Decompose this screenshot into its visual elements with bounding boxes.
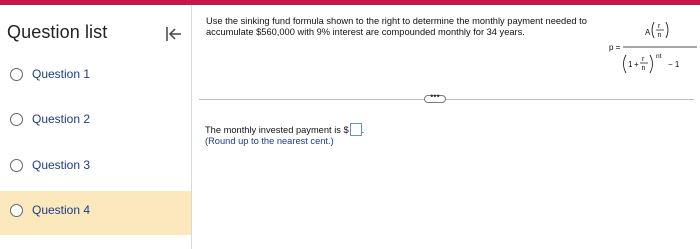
sinking-fund-formula: p = A r n 1 + r n nt − 1 [609, 21, 697, 74]
formula-minus-one: − 1 [668, 60, 680, 69]
question-item-4[interactable]: Question 4 [0, 191, 191, 235]
radio-icon [10, 113, 23, 126]
radio-icon [10, 159, 23, 172]
expand-more-button[interactable]: ••• [424, 91, 446, 103]
formula-lhs: p = [609, 43, 621, 52]
question-item-1[interactable]: Question 1 [0, 55, 191, 99]
formula-plus: + [634, 60, 639, 69]
question-panel: Use the sinking fund formula shown to th… [192, 5, 700, 249]
more-dots-icon: ••• [430, 91, 440, 101]
question-list-title: Question list [7, 22, 108, 42]
answer-line: The monthly invested payment is $. [205, 123, 364, 136]
formula-a: A [645, 28, 651, 37]
formula-exponent: nt [656, 53, 662, 60]
collapse-left-icon [166, 27, 181, 41]
question-item-2[interactable]: Question 2 [0, 100, 191, 144]
collapse-sidebar-button[interactable] [164, 24, 184, 44]
answer-suffix: . [361, 125, 365, 135]
radio-icon [10, 68, 23, 81]
section-divider [199, 99, 694, 100]
formula-r-den: r [642, 56, 645, 63]
question-item-label: Question 2 [32, 112, 91, 126]
question-item-label: Question 3 [32, 158, 91, 172]
answer-input[interactable] [349, 123, 362, 136]
radio-icon [10, 204, 23, 217]
formula-n-den: n [642, 65, 646, 72]
question-item-3[interactable]: Question 3 [0, 146, 191, 190]
question-item-label: Question 4 [32, 203, 91, 217]
formula-r: r [658, 23, 661, 30]
rounding-hint: (Round up to the nearest cent.) [205, 136, 334, 146]
question-text: Use the sinking fund formula shown to th… [206, 16, 587, 37]
formula-one: 1 [628, 60, 633, 69]
answer-prefix: The monthly invested payment is $ [205, 125, 349, 135]
formula-n: n [658, 32, 662, 39]
question-item-label: Question 1 [32, 67, 91, 81]
question-list-sidebar: Question list Question 1 Question 2 Ques… [0, 5, 192, 249]
